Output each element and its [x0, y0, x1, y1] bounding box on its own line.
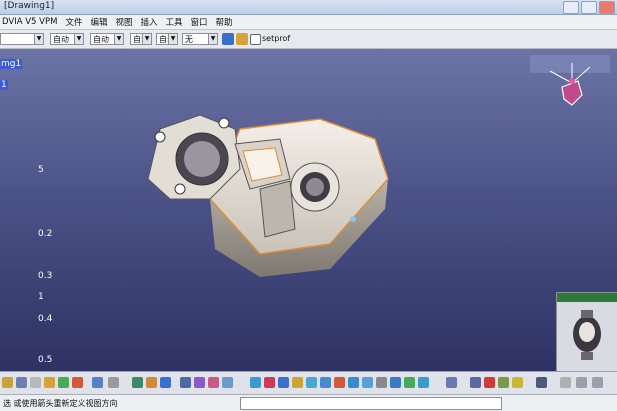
- status-message: 选 或使用箭头重新定义视图方向: [3, 399, 118, 408]
- line-type-combo-value: 自动: [93, 35, 109, 44]
- material-icon[interactable]: [208, 377, 219, 388]
- shading-icon[interactable]: [376, 377, 387, 388]
- tree-item[interactable]: 1: [0, 80, 8, 90]
- gear-icon[interactable]: [576, 377, 587, 388]
- capture-icon[interactable]: [484, 377, 495, 388]
- gearbox-housing-model[interactable]: [140, 109, 400, 279]
- analysis-icon[interactable]: [512, 377, 523, 388]
- close-button[interactable]: [599, 1, 615, 14]
- swap-visible-icon[interactable]: [404, 377, 415, 388]
- zoom-in-icon[interactable]: [306, 377, 317, 388]
- window-controls: [563, 1, 615, 14]
- light-icon[interactable]: [222, 377, 233, 388]
- tree-item[interactable]: mg1: [0, 59, 23, 69]
- status-bar: 选 或使用箭头重新定义视图方向: [0, 394, 617, 411]
- render-icon[interactable]: [180, 377, 191, 388]
- setprof-checkbox[interactable]: [250, 34, 261, 45]
- pattern-combo[interactable]: 无 ▼: [182, 33, 218, 45]
- menu-bar: DVIA V5 VPM 文件 编辑 视图 插入 工具 窗口 帮助: [0, 15, 617, 30]
- tree-item[interactable]: 0.5: [38, 355, 52, 365]
- pan-icon[interactable]: [278, 377, 289, 388]
- minimize-button[interactable]: [563, 1, 579, 14]
- setprof-label: setprof: [262, 34, 291, 43]
- multi-view-icon[interactable]: [348, 377, 359, 388]
- paste-icon[interactable]: [44, 377, 55, 388]
- mount-hole: [174, 183, 186, 195]
- small-hole: [350, 216, 356, 222]
- brush-icon[interactable]: [236, 33, 248, 45]
- tree-item[interactable]: 0.4: [38, 314, 52, 324]
- minimap-preview: [557, 302, 617, 370]
- paint-icon[interactable]: [222, 33, 234, 45]
- tree-item[interactable]: 0.3: [38, 271, 52, 281]
- redo-icon[interactable]: [72, 377, 83, 388]
- chevron-down-icon: ▼: [142, 34, 151, 44]
- menu-item-window[interactable]: 窗口: [191, 16, 208, 28]
- minimap-header: [557, 293, 617, 302]
- snap-icon[interactable]: [498, 377, 509, 388]
- rotate-icon[interactable]: [292, 377, 303, 388]
- tree-item[interactable]: 5: [38, 165, 44, 175]
- menu-item-app[interactable]: DVIA V5 VPM: [2, 17, 57, 27]
- fit-all-icon[interactable]: [264, 377, 275, 388]
- command-toolbar: [0, 371, 617, 394]
- section-icon[interactable]: [194, 377, 205, 388]
- tree-item[interactable]: 1: [38, 292, 44, 302]
- iso-view-icon[interactable]: [362, 377, 373, 388]
- help-icon[interactable]: [108, 377, 119, 388]
- size-combo-value: 自动: [53, 35, 69, 44]
- menu-item-insert[interactable]: 插入: [140, 16, 157, 28]
- maximize-button[interactable]: [581, 1, 597, 14]
- center-rib: [259, 180, 296, 238]
- zoom-out-icon[interactable]: [320, 377, 331, 388]
- chevron-down-icon: ▼: [114, 34, 123, 44]
- fly-icon[interactable]: [250, 377, 261, 388]
- settings-icon[interactable]: [560, 377, 571, 388]
- right-bore-inner: [306, 178, 324, 196]
- mount-hole: [218, 117, 230, 129]
- table-icon[interactable]: [470, 377, 481, 388]
- chevron-down-icon: ▼: [168, 34, 177, 44]
- select-icon[interactable]: [92, 377, 103, 388]
- pattern-combo-value: 无: [185, 35, 193, 44]
- open-icon[interactable]: [2, 377, 13, 388]
- menu-item-edit[interactable]: 编辑: [90, 16, 107, 28]
- font-combo[interactable]: ▼: [0, 33, 44, 45]
- left-bore-inner: [184, 141, 220, 177]
- catalog-icon[interactable]: [160, 377, 171, 388]
- chevron-down-icon: ▼: [74, 34, 83, 44]
- cut-icon[interactable]: [30, 377, 41, 388]
- tree-item[interactable]: 0.2: [38, 229, 52, 239]
- save-icon[interactable]: [16, 377, 27, 388]
- 3d-viewport[interactable]: mg1 1 5 0.2 0.3 1 0.4 0.5: [0, 49, 617, 371]
- menu-item-view[interactable]: 视图: [115, 16, 132, 28]
- print-icon[interactable]: [446, 377, 457, 388]
- size-combo[interactable]: 自动 ▼: [50, 33, 84, 45]
- window-title: [Drawing1]: [4, 1, 55, 11]
- title-bar: [Drawing1]: [0, 0, 617, 15]
- layer-icon[interactable]: [418, 377, 429, 388]
- weight-combo[interactable]: 自动 ▼: [156, 33, 178, 45]
- chevron-down-icon: ▼: [208, 34, 217, 44]
- measure-icon[interactable]: [146, 377, 157, 388]
- color-combo[interactable]: 自动 ▼: [130, 33, 152, 45]
- hide-show-icon[interactable]: [390, 377, 401, 388]
- formula-icon[interactable]: [132, 377, 143, 388]
- command-input[interactable]: [240, 397, 502, 410]
- chevron-down-icon: ▼: [34, 34, 43, 44]
- menu-item-help[interactable]: 帮助: [216, 16, 233, 28]
- menu-item-file[interactable]: 文件: [65, 16, 82, 28]
- menu-item-tools[interactable]: 工具: [166, 16, 183, 28]
- normal-view-icon[interactable]: [334, 377, 345, 388]
- tools-icon[interactable]: [536, 377, 547, 388]
- undo-icon[interactable]: [58, 377, 69, 388]
- options-icon[interactable]: [592, 377, 603, 388]
- compass-icon[interactable]: [520, 53, 615, 119]
- properties-toolbar: ▼ 自动 ▼ 自动 ▼ 自动 ▼ 自动 ▼ 无 ▼ setprof: [0, 30, 617, 49]
- line-type-combo[interactable]: 自动 ▼: [90, 33, 124, 45]
- mount-hole: [154, 131, 166, 143]
- overview-minimap[interactable]: [556, 292, 617, 371]
